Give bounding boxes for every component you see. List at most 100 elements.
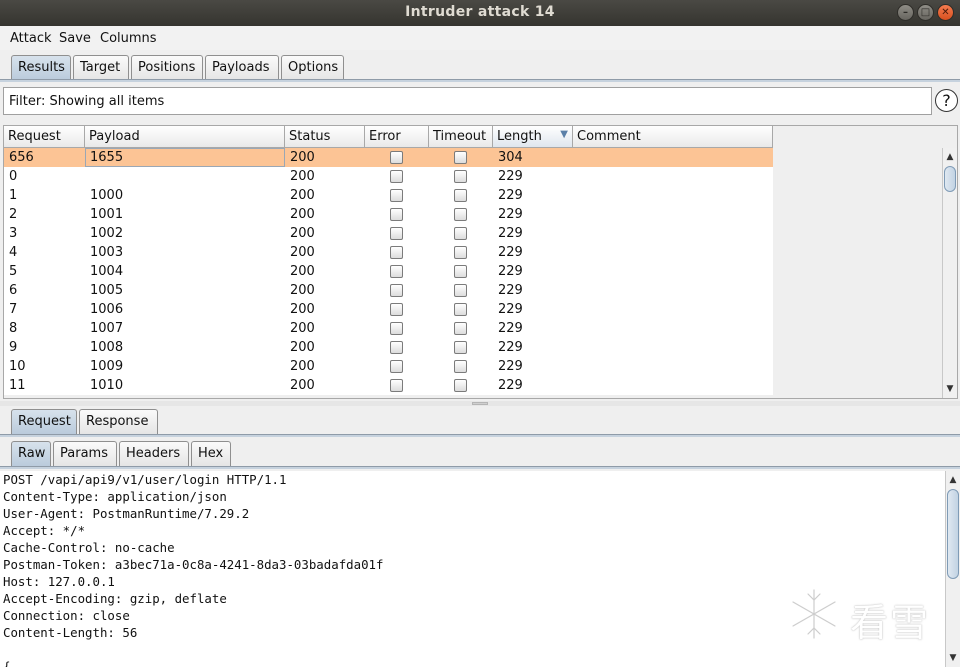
table-row[interactable]: 9 1008 200 229 <box>4 338 773 357</box>
tab-params[interactable]: Params <box>53 441 117 467</box>
tab-options[interactable]: Options <box>281 55 344 81</box>
request-scrollbar[interactable]: ▲ ▼ <box>945 471 960 667</box>
cell-comment <box>573 300 773 319</box>
cell-payload: 1004 <box>90 264 124 279</box>
timeout-checkbox[interactable] <box>454 208 467 221</box>
error-checkbox[interactable] <box>390 341 403 354</box>
table-row[interactable]: 11 1010 200 229 <box>4 376 773 395</box>
tab-hex[interactable]: Hex <box>191 441 231 467</box>
cell-comment <box>573 224 773 243</box>
cell-status: 200 <box>290 169 315 184</box>
table-row[interactable]: 8 1007 200 229 <box>4 319 773 338</box>
table-row[interactable]: 0 200 229 <box>4 167 773 186</box>
menu-save[interactable]: Save <box>59 31 91 46</box>
cell-status: 200 <box>290 207 315 222</box>
cell-status: 200 <box>290 264 315 279</box>
error-checkbox[interactable] <box>390 246 403 259</box>
timeout-checkbox[interactable] <box>454 341 467 354</box>
menu-attack[interactable]: Attack <box>10 31 52 46</box>
cell-length: 229 <box>498 302 523 317</box>
error-checkbox[interactable] <box>390 265 403 278</box>
menu-columns[interactable]: Columns <box>100 31 157 46</box>
error-checkbox[interactable] <box>390 170 403 183</box>
scroll-up-icon[interactable]: ▲ <box>943 150 957 164</box>
timeout-checkbox[interactable] <box>454 227 467 240</box>
column-header-request[interactable]: Request <box>4 126 85 148</box>
column-header-timeout[interactable]: Timeout <box>429 126 493 148</box>
table-row[interactable]: 6 1005 200 229 <box>4 281 773 300</box>
cell-payload: 1002 <box>90 226 124 241</box>
table-row[interactable]: 7 1006 200 229 <box>4 300 773 319</box>
error-checkbox[interactable] <box>390 151 403 164</box>
error-checkbox[interactable] <box>390 360 403 373</box>
cell-request: 4 <box>9 245 18 260</box>
scroll-up-icon[interactable]: ▲ <box>946 473 960 487</box>
tab-headers[interactable]: Headers <box>119 441 189 467</box>
tab-payloads[interactable]: Payloads <box>205 55 279 81</box>
timeout-checkbox[interactable] <box>454 246 467 259</box>
results-scrollbar[interactable]: ▲ ▼ <box>942 148 957 398</box>
split-divider[interactable] <box>0 401 960 406</box>
cell-length: 229 <box>498 321 523 336</box>
cell-payload: 1006 <box>90 302 124 317</box>
cell-request: 5 <box>9 264 18 279</box>
watermark-text: 看雪 <box>850 601 931 645</box>
timeout-checkbox[interactable] <box>454 170 467 183</box>
timeout-checkbox[interactable] <box>454 303 467 316</box>
error-checkbox[interactable] <box>390 379 403 392</box>
timeout-checkbox[interactable] <box>454 284 467 297</box>
cell-comment <box>573 281 773 300</box>
error-checkbox[interactable] <box>390 189 403 202</box>
column-header-error[interactable]: Error <box>365 126 429 148</box>
error-checkbox[interactable] <box>390 322 403 335</box>
column-header-length[interactable]: Length ▼ <box>493 126 573 148</box>
cell-request: 8 <box>9 321 18 336</box>
table-row[interactable]: 3 1002 200 229 <box>4 224 773 243</box>
tab-results[interactable]: Results <box>11 55 71 81</box>
timeout-checkbox[interactable] <box>454 379 467 392</box>
results-table: Request Payload Status Error Timeout Len… <box>3 125 958 399</box>
error-checkbox[interactable] <box>390 303 403 316</box>
tab-response[interactable]: Response <box>79 409 158 435</box>
request-line: { <box>3 659 11 667</box>
request-line: POST /vapi/api9/v1/user/login HTTP/1.1 <box>3 472 287 487</box>
table-row[interactable]: 5 1004 200 229 <box>4 262 773 281</box>
tab-raw[interactable]: Raw <box>11 441 51 467</box>
error-checkbox[interactable] <box>390 284 403 297</box>
filter-bar[interactable]: Filter: Showing all items <box>3 87 932 115</box>
cell-comment <box>573 338 773 357</box>
scroll-thumb[interactable] <box>947 489 959 579</box>
cell-payload <box>85 167 285 186</box>
timeout-checkbox[interactable] <box>454 360 467 373</box>
cell-request: 11 <box>9 378 26 393</box>
view-tab-underline <box>0 466 960 469</box>
column-header-payload[interactable]: Payload <box>85 126 285 148</box>
tab-positions[interactable]: Positions <box>131 55 203 81</box>
error-checkbox[interactable] <box>390 227 403 240</box>
cell-request: 656 <box>9 150 34 165</box>
table-row[interactable]: 4 1003 200 229 <box>4 243 773 262</box>
tab-request[interactable]: Request <box>11 409 77 435</box>
scroll-down-icon[interactable]: ▼ <box>943 382 957 396</box>
timeout-checkbox[interactable] <box>454 322 467 335</box>
tab-target[interactable]: Target <box>73 55 129 81</box>
timeout-checkbox[interactable] <box>454 151 467 164</box>
column-header-status[interactable]: Status <box>285 126 365 148</box>
table-row[interactable]: 1 1000 200 229 <box>4 186 773 205</box>
table-row[interactable]: 656 1655 200 304 <box>4 148 773 167</box>
table-row[interactable]: 2 1001 200 229 <box>4 205 773 224</box>
table-row[interactable]: 10 1009 200 229 <box>4 357 773 376</box>
divider-grip[interactable] <box>472 402 488 405</box>
help-icon[interactable]: ? <box>935 89 958 112</box>
scroll-down-icon[interactable]: ▼ <box>946 651 960 665</box>
cell-length: 304 <box>498 150 523 165</box>
column-header-comment[interactable]: Comment <box>573 126 773 148</box>
timeout-checkbox[interactable] <box>454 265 467 278</box>
cell-request: 2 <box>9 207 18 222</box>
timeout-checkbox[interactable] <box>454 189 467 202</box>
window-title: Intruder attack 14 <box>405 4 555 20</box>
error-checkbox[interactable] <box>390 208 403 221</box>
message-tab-underline <box>0 434 960 437</box>
scroll-thumb[interactable] <box>944 166 956 192</box>
cell-status: 200 <box>290 340 315 355</box>
